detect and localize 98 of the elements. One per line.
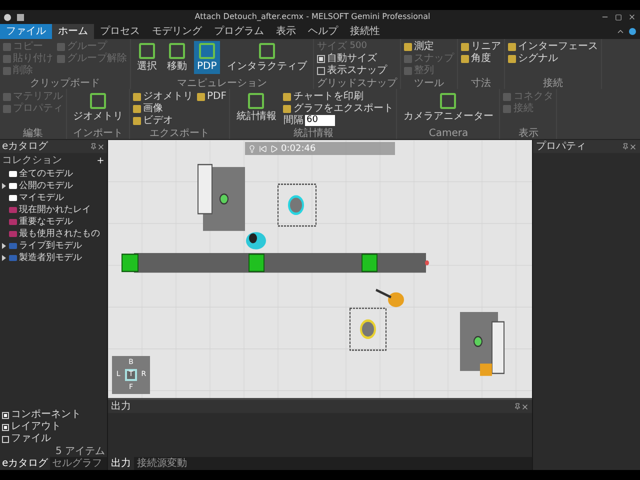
menu-tab[interactable]: ファイル [0,24,52,39]
ribbon-large-button[interactable]: 移動 [164,41,190,74]
panel-tab[interactable]: eカタログ [0,457,50,470]
add-icon[interactable] [96,156,105,165]
ribbon-button[interactable]: 測定 [404,41,454,52]
menu-tab[interactable]: ヘルプ [302,24,344,39]
group-label: 統計情報 [292,128,334,139]
ribbon-button[interactable]: ビデオ [133,115,193,126]
ribbon-button[interactable]: チャートを印刷 [283,91,394,102]
play-icon[interactable] [270,144,278,152]
ribbon-large-button[interactable]: ジオメトリ [70,91,126,124]
collapse-ribbon-icon[interactable] [616,27,625,36]
ribbon-large-button[interactable]: PDP [194,41,220,74]
tree-item-label: 公開のモデル [19,180,73,192]
group-label: ツール [412,78,445,89]
app-icon [4,14,11,20]
checkbox-label: レイアウト [11,421,61,433]
close-icon[interactable] [629,142,637,150]
ribbon-button[interactable]: 角度 [460,53,501,64]
tree-item[interactable]: マイモデル [2,192,105,204]
input-field[interactable]: 60 [305,115,336,126]
save-icon[interactable] [17,14,24,20]
pin-icon[interactable] [90,143,97,150]
tree-item-label: 最も使用されたもの [19,228,100,240]
checkbox-label: コンポーネント [11,409,81,421]
panel-title: プロパティ [536,141,587,152]
tree-item[interactable]: ライブ到モデル [2,240,105,252]
tree-item-label: 全てのモデル [19,168,73,180]
pin-icon[interactable] [622,143,629,150]
ribbon-large-button[interactable]: インタラクティブ [224,41,310,74]
panel-title: 出力 [111,401,132,412]
tool-icon [139,43,155,59]
ribbon-large-button[interactable]: カメラアニメーター [400,91,496,124]
pin-icon[interactable] [514,403,521,410]
tree-item[interactable]: 現在開かれたレイ [2,204,105,216]
checkbox[interactable] [316,54,325,62]
checkbox-label: 自動サイズ [326,53,377,64]
playback-time: 0:02:46 [281,144,316,154]
menu-tab[interactable]: モデリング [146,24,208,39]
maximize-icon[interactable] [615,14,622,20]
tree-item[interactable]: 重要なモデル [2,216,105,228]
tool-icon [90,93,106,109]
checkbox-label: 表示スナップ [326,65,387,76]
tree-item-label: 重要なモデル [19,216,73,228]
menu-tab[interactable]: 接続性 [344,24,386,39]
group-label: エクスポート [148,128,211,139]
ribbon-button[interactable]: インターフェース [508,41,598,52]
field-label: 間隔 [283,115,304,126]
tool-icon [197,92,205,100]
menu-tab[interactable]: プログラム [208,24,270,39]
group-label: インポート [72,128,124,139]
group-label: 表示 [517,128,540,139]
tree-item[interactable]: 公開のモデル [2,180,105,192]
ribbon-button[interactable]: グラフをエクスポート [283,103,394,114]
checkbox[interactable] [2,412,9,418]
group-label: クリップボード [29,78,101,89]
menu-tab[interactable]: ホーム [52,24,94,39]
panel-title: eカタログ [2,141,50,152]
ribbon-button[interactable]: シグナル [508,53,598,64]
tree-item-label: 製造者別モデル [19,252,82,264]
close-icon[interactable] [97,142,105,150]
menu-tab[interactable]: プロセス [94,24,146,39]
checkbox[interactable] [2,436,9,442]
window-title: Attach Detouch_after.ecmx - MELSOFT Gemini Professional [194,11,432,23]
group-label: 編集 [22,128,44,139]
tool-icon [440,93,456,109]
ribbon-button[interactable]: リニア [460,41,501,52]
tree-item-label: ライブ到モデル [19,240,82,252]
checkbox-label: ファイル [11,433,51,445]
tree-item-label: 現在開かれたレイ [19,204,91,216]
tree-item[interactable]: 全てのモデル [2,168,105,180]
group-label: マニピュレーション [176,78,268,89]
group-label: 接続 [542,78,564,89]
tree-item-label: マイモデル [19,192,64,204]
group-label: グリッドスナップ [316,78,397,89]
close-icon[interactable] [628,13,636,21]
ribbon-large-button[interactable]: 統計情報 [233,91,280,124]
ribbon-button[interactable]: ジオメトリ [133,91,193,102]
panel-tab[interactable]: 出力 [108,457,134,470]
tree-item[interactable]: 製造者別モデル [2,252,105,264]
checkbox[interactable] [2,424,9,430]
tool-icon [248,93,264,109]
group-label: 寸法 [470,78,492,89]
tool-icon [169,43,185,59]
close-icon[interactable] [521,402,529,410]
tree-item[interactable]: 最も使用されたもの [2,228,105,240]
item-count: 5 アイテム [55,446,105,456]
menu-tab[interactable]: 表示 [270,24,302,39]
checkbox[interactable] [316,66,325,74]
ribbon-button[interactable]: PDF [197,91,226,102]
tool-icon [198,43,215,59]
ribbon-large-button[interactable]: 選択 [134,41,160,74]
panel-tab[interactable]: 接続源変動 [134,457,190,470]
ribbon-button[interactable]: 画像 [133,103,193,114]
group-label: Camera [428,128,470,139]
section-label: コレクション [2,155,63,166]
panel-tab[interactable]: セルグラフ [50,457,104,470]
tool-icon [258,43,275,59]
